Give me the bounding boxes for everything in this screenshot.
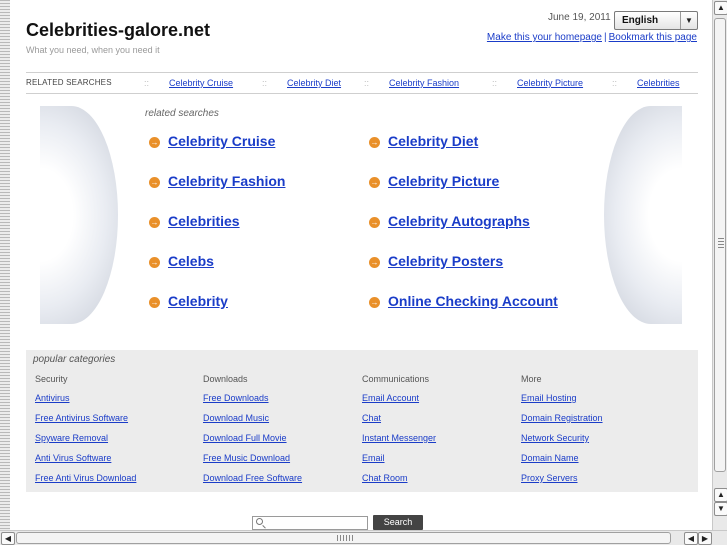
category-link[interactable]: Free Antivirus Software (35, 413, 128, 423)
search-button[interactable]: Search (373, 515, 423, 530)
bar-separator: :: (144, 78, 150, 88)
bar-link[interactable]: Celebrity Diet (287, 78, 341, 88)
category-link[interactable]: Email (362, 453, 385, 463)
category-link[interactable]: Network Security (521, 433, 589, 443)
horizontal-scroll-thumb[interactable] (16, 532, 671, 544)
site-tagline: What you need, when you need it (26, 45, 160, 55)
category-link[interactable]: Spyware Removal (35, 433, 108, 443)
category-link[interactable]: Download Full Movie (203, 433, 287, 443)
related-link[interactable]: Celebrity Posters (388, 253, 503, 269)
make-homepage-link[interactable]: Make this your homepage (487, 32, 602, 43)
category-link[interactable]: Domain Name (521, 453, 579, 463)
category-header: Security (35, 374, 68, 384)
language-select-value: English (622, 15, 659, 26)
category-link[interactable]: Antivirus (35, 393, 70, 403)
arrow-right-icon: → (369, 137, 380, 148)
chevron-down-icon[interactable]: ▼ (680, 12, 697, 29)
category-link[interactable]: Proxy Servers (521, 473, 578, 483)
category-link[interactable]: Email Account (362, 393, 419, 403)
category-link[interactable]: Chat (362, 413, 381, 423)
scroll-up-icon[interactable]: ▲ (714, 488, 727, 502)
page-edge-stripe (0, 0, 10, 530)
related-link[interactable]: Celebrities (168, 213, 240, 229)
category-link[interactable]: Free Music Download (203, 453, 290, 463)
scroll-right-icon[interactable]: ▶ (698, 532, 712, 545)
bar-link[interactable]: Celebrities (637, 78, 680, 88)
arrow-right-icon: → (149, 297, 160, 308)
related-link[interactable]: Celebs (168, 253, 214, 269)
decorative-left-shape (40, 106, 118, 324)
site-title[interactable]: Celebrities-galore.net (26, 20, 210, 41)
arrow-right-icon: → (149, 137, 160, 148)
bar-separator: :: (612, 78, 618, 88)
category-header: Downloads (203, 374, 248, 384)
vertical-scrollbar[interactable]: ▲ ▲ ▼ (712, 0, 727, 530)
category-link[interactable]: Domain Registration (521, 413, 603, 423)
arrow-right-icon: → (369, 297, 380, 308)
category-link[interactable]: Download Free Software (203, 473, 302, 483)
related-link[interactable]: Celebrity Diet (388, 133, 478, 149)
bar-separator: :: (364, 78, 370, 88)
arrow-right-icon: → (149, 217, 160, 228)
category-link[interactable]: Free Downloads (203, 393, 269, 403)
scroll-down-icon[interactable]: ▼ (714, 502, 727, 516)
category-link[interactable]: Download Music (203, 413, 269, 423)
bar-link[interactable]: Celebrity Cruise (169, 78, 233, 88)
date-display: June 19, 2011 (548, 12, 611, 23)
grip-icon (337, 535, 353, 541)
scroll-left-icon[interactable]: ◀ (1, 532, 15, 545)
category-header: More (521, 374, 542, 384)
arrow-right-icon: → (369, 217, 380, 228)
popular-categories-panel: popular categories Security Antivirus Fr… (26, 350, 698, 492)
related-link[interactable]: Celebrity Picture (388, 173, 499, 189)
search-icon (256, 518, 263, 525)
search-input[interactable] (252, 516, 368, 530)
decorative-right-shape (604, 106, 682, 324)
related-link[interactable]: Celebrity Fashion (168, 173, 285, 189)
related-link[interactable]: Celebrity (168, 293, 228, 309)
category-header: Communications (362, 374, 430, 384)
language-select[interactable]: English ▼ (614, 11, 698, 30)
bar-separator: :: (262, 78, 268, 88)
category-link[interactable]: Instant Messenger (362, 433, 436, 443)
category-link[interactable]: Chat Room (362, 473, 408, 483)
bar-separator: :: (492, 78, 498, 88)
horizontal-scrollbar[interactable]: ◀ ◀ ▶ (0, 530, 727, 545)
category-link[interactable]: Free Anti Virus Download (35, 473, 136, 483)
related-searches-label: related searches (145, 108, 219, 119)
scroll-up-icon[interactable]: ▲ (714, 1, 727, 15)
top-links-separator: | (604, 32, 607, 43)
scroll-left-icon[interactable]: ◀ (684, 532, 698, 545)
related-searches-bar: RELATED SEARCHES :: Celebrity Cruise :: Ce… (26, 72, 698, 94)
related-searches-bar-label: RELATED SEARCHES (26, 78, 112, 87)
arrow-right-icon: → (149, 257, 160, 268)
popular-categories-title: popular categories (33, 354, 116, 365)
top-links: Make this your homepage | Bookmark this pa… (487, 32, 697, 43)
related-link[interactable]: Online Checking Account (388, 293, 558, 309)
bar-link[interactable]: Celebrity Picture (517, 78, 583, 88)
arrow-right-icon: → (149, 177, 160, 188)
bookmark-link[interactable]: Bookmark this page (609, 32, 697, 43)
arrow-right-icon: → (369, 257, 380, 268)
category-link[interactable]: Email Hosting (521, 393, 577, 403)
arrow-right-icon: → (369, 177, 380, 188)
related-link[interactable]: Celebrity Cruise (168, 133, 275, 149)
grip-icon (718, 238, 724, 250)
category-link[interactable]: Anti Virus Software (35, 453, 111, 463)
related-link[interactable]: Celebrity Autographs (388, 213, 530, 229)
bar-link[interactable]: Celebrity Fashion (389, 78, 459, 88)
vertical-scroll-thumb[interactable] (714, 18, 726, 472)
